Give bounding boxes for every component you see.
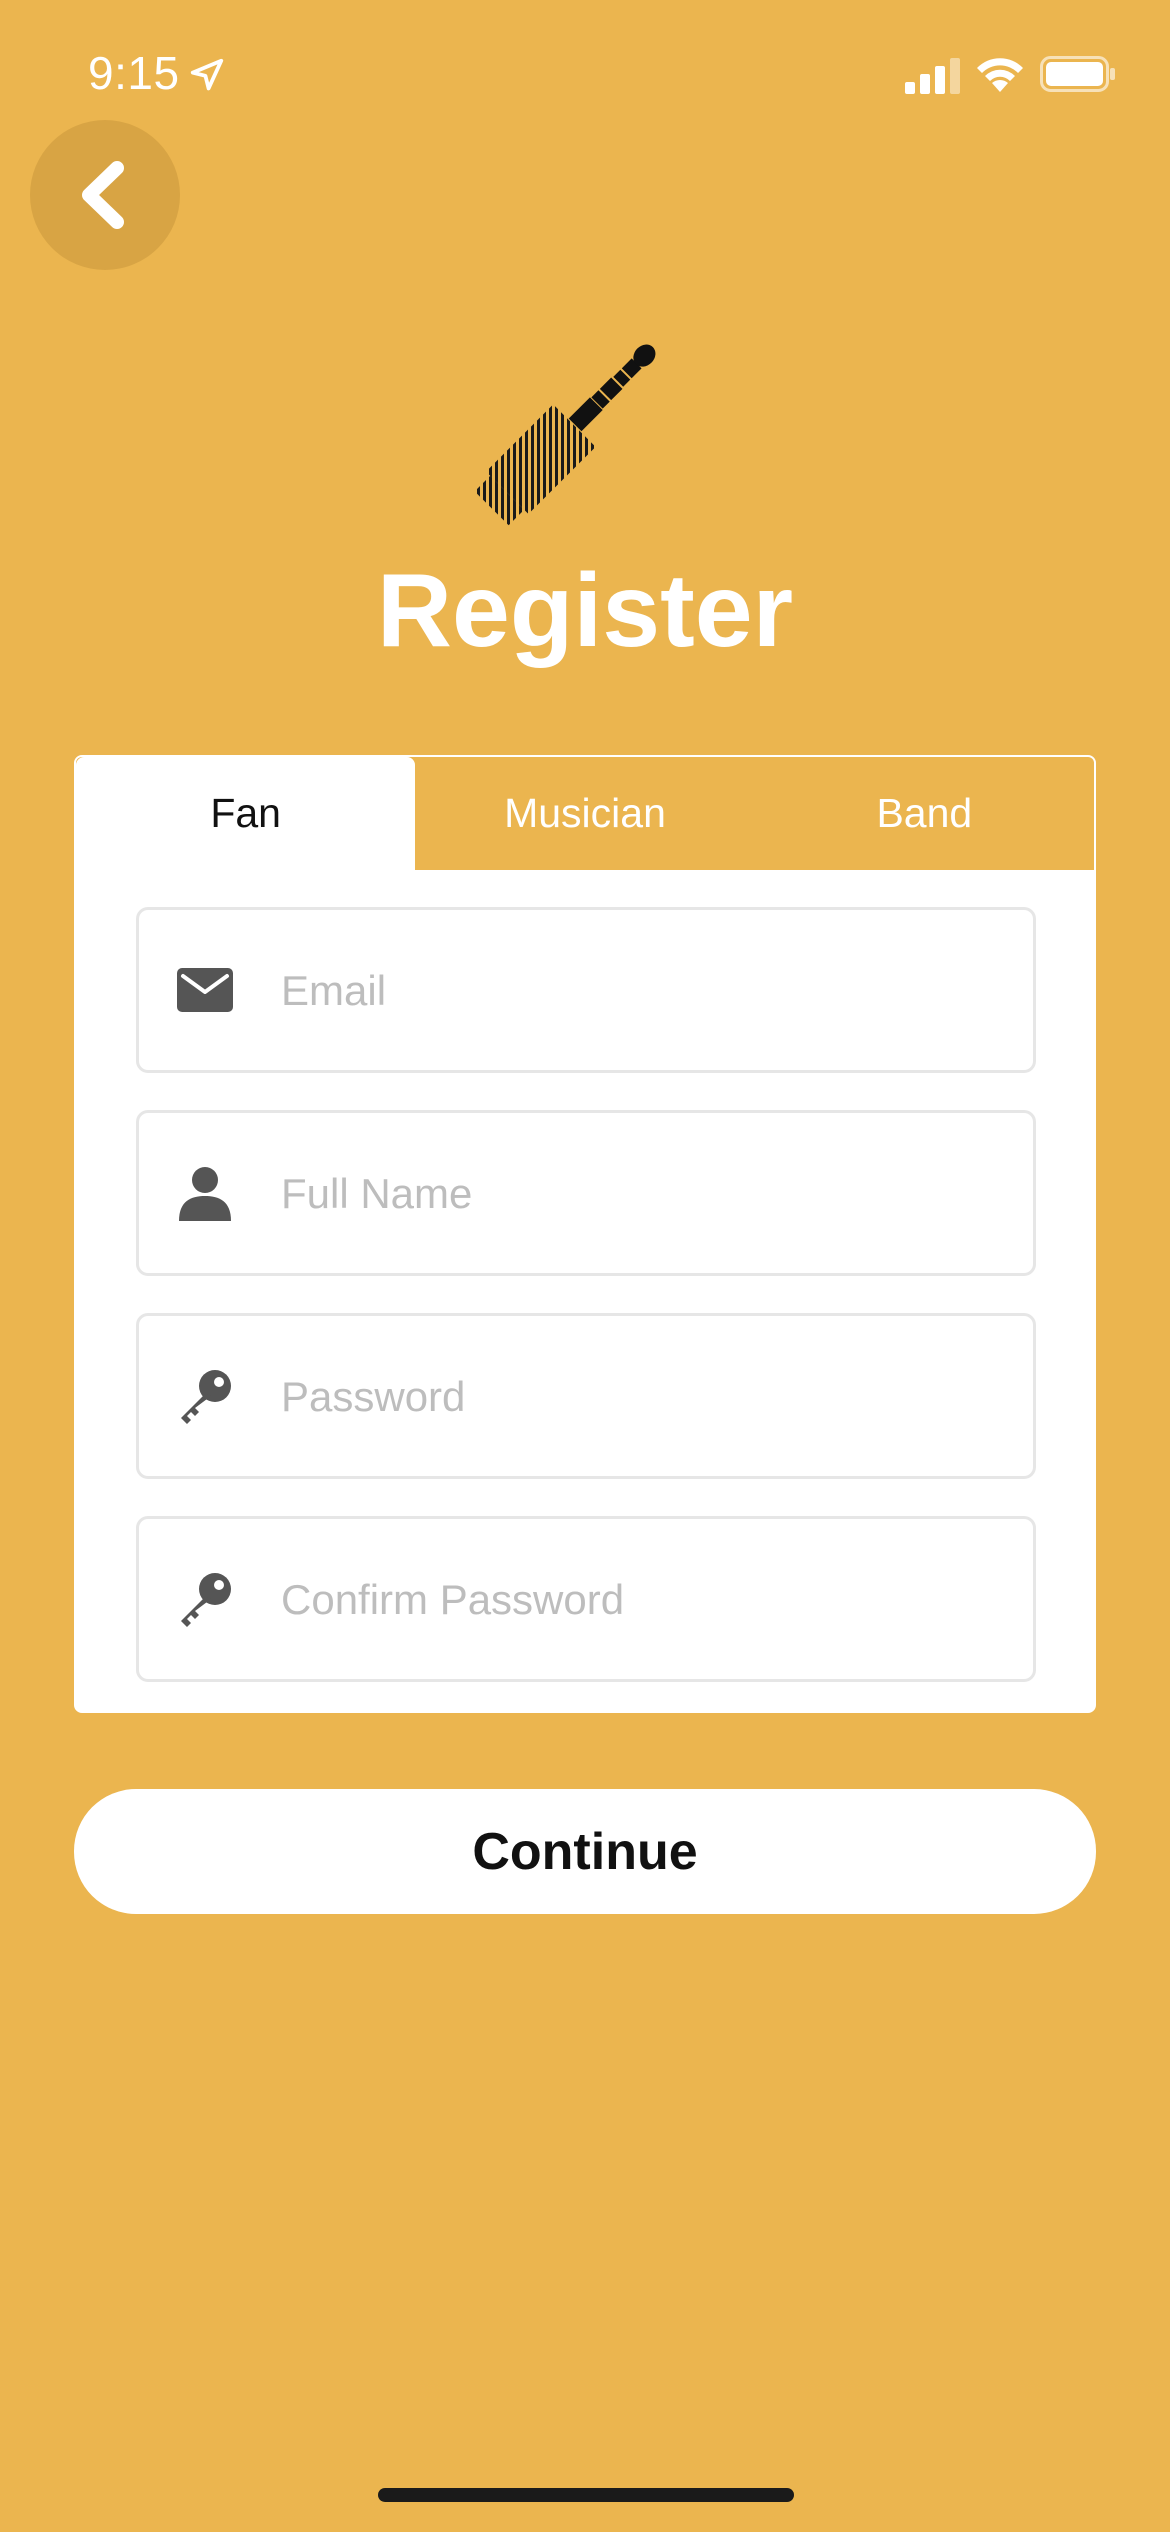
tab-band[interactable]: Band — [755, 757, 1094, 870]
continue-button[interactable]: Continue — [74, 1789, 1096, 1914]
email-input[interactable] — [279, 910, 1013, 1072]
full-name-field[interactable] — [136, 1110, 1036, 1276]
home-indicator — [378, 2488, 794, 2502]
page-title: Register — [376, 553, 794, 669]
confirm-password-field[interactable] — [136, 1516, 1036, 1682]
person-icon — [179, 1167, 231, 1221]
account-type-tabs: Fan Musician Band — [76, 757, 1094, 870]
wifi-icon — [977, 58, 1023, 92]
location-arrow-icon — [190, 58, 224, 91]
key-icon — [181, 1370, 231, 1424]
back-button[interactable] — [30, 120, 180, 270]
email-field[interactable] — [136, 907, 1036, 1073]
password-field[interactable] — [136, 1313, 1036, 1479]
audio-jack-icon — [474, 344, 656, 526]
tab-musician[interactable]: Musician — [415, 757, 754, 870]
battery-icon — [1040, 56, 1115, 92]
password-input[interactable] — [279, 1316, 1013, 1478]
cellular-signal-icon — [905, 58, 960, 94]
full-name-input[interactable] — [279, 1113, 1013, 1275]
key-icon — [181, 1573, 231, 1627]
envelope-icon — [177, 968, 233, 1012]
tab-fan[interactable]: Fan — [76, 757, 416, 870]
status-time: 9:15 — [88, 47, 180, 99]
chevron-left-icon — [82, 161, 124, 229]
register-form-card: Fan Musician Band — [74, 755, 1096, 1713]
confirm-password-input[interactable] — [279, 1519, 1013, 1681]
